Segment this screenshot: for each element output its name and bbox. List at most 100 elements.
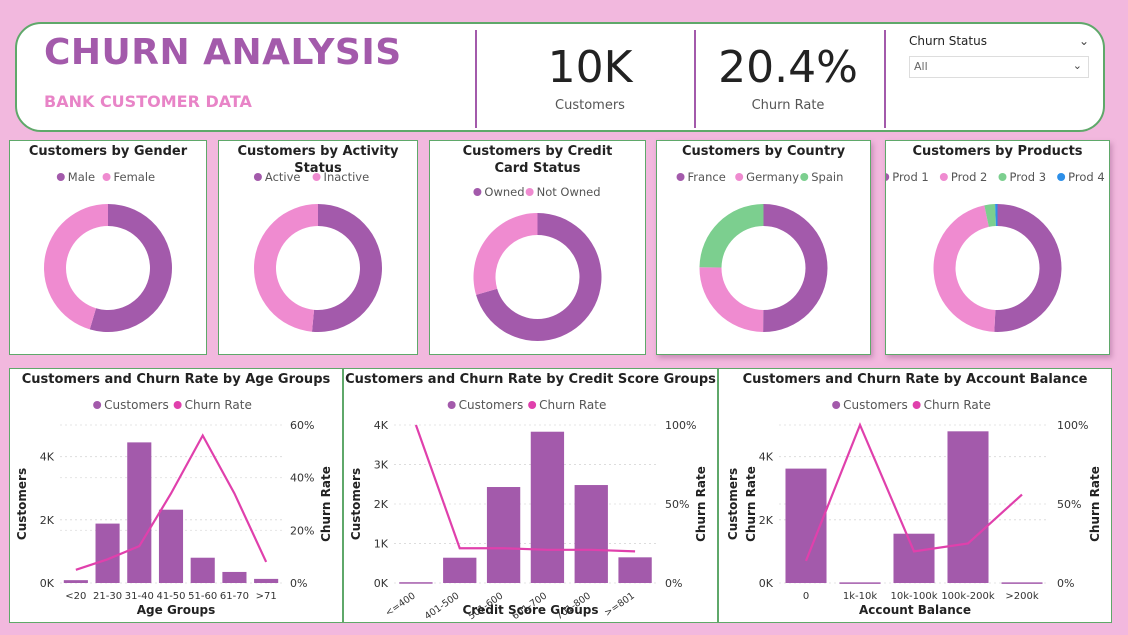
bar (486, 487, 521, 583)
chevron-down-icon: ⌄ (1072, 59, 1082, 72)
chart-legend: Owned Not Owned (473, 185, 601, 199)
kpi-customers-label: Customers (555, 98, 625, 113)
page-subtitle: BANK CUSTOMER DATA (44, 92, 252, 111)
combo-chart-card[interactable]: Customers and Churn Rate by Age Groups Cu… (9, 368, 343, 623)
legend-marker (447, 401, 456, 409)
legend-label: Prod 1 (892, 170, 929, 184)
header-banner: CHURN ANALYSIS BANK CUSTOMER DATA 10K Cu… (15, 22, 1105, 132)
legend-label: Prod 4 (1068, 170, 1105, 184)
x-tick-label: <20 (65, 591, 86, 602)
legend-label: Germany (746, 170, 799, 184)
y2-axis-title: Churn Rate (694, 466, 708, 542)
legend-label: France (688, 170, 726, 184)
legend-marker (253, 173, 262, 181)
y-axis-title: Customers (15, 468, 29, 540)
donut-slice (763, 204, 828, 332)
bar (839, 582, 881, 584)
legend-label: Spain (811, 170, 843, 184)
bar (574, 485, 608, 583)
y2-tick-label: 100% (1057, 419, 1088, 432)
y2-tick-label: 0% (1057, 577, 1074, 590)
kpi-churn-rate-value: 20.4% (718, 42, 858, 93)
chart-legend: Male Female (56, 170, 156, 184)
legend-label: Churn Rate (924, 398, 991, 412)
donut-chart: Prod 1 Prod 2 Prod 3 Prod 4 (886, 170, 1105, 332)
bar (158, 509, 184, 583)
y-tick-label: 4K (759, 451, 774, 464)
y2-tick-label: 20% (290, 524, 314, 537)
legend-marker (832, 401, 841, 409)
legend-marker (886, 173, 890, 181)
y2-tick-label: 60% (290, 419, 314, 432)
legend-label: Customers (104, 398, 169, 412)
legend-label: Female (114, 170, 156, 184)
y-tick-label: 1K (374, 538, 389, 551)
churn-status-slicer: Churn Status ⌄ All ⌄ (909, 34, 1089, 78)
legend-marker (102, 173, 111, 181)
x-tick-label: >=801 (603, 590, 637, 619)
bar (947, 431, 989, 583)
chart-legend: Customers Churn Rate (832, 398, 991, 412)
legend-marker (473, 188, 482, 196)
x-tick-label: >200k (1005, 591, 1038, 602)
donut-chart-card[interactable]: Customers by Activity Status Active Inacti… (218, 140, 418, 355)
chevron-down-icon[interactable]: ⌄ (1079, 34, 1089, 48)
legend-marker (939, 173, 948, 181)
bar (63, 580, 88, 583)
bar (893, 533, 935, 583)
chart-legend: Customers Churn Rate (447, 398, 606, 412)
donut-chart: France Germany Spain (676, 170, 843, 332)
x-axis-title: Age Groups (137, 603, 215, 617)
donut-chart-card[interactable]: Customers by Country France Germany Spain (656, 140, 871, 355)
kpi-churn-rate: 20.4% Churn Rate (688, 42, 888, 113)
legend-label: Inactive (324, 170, 370, 184)
donut-chart-card[interactable]: Customers by Credit Card Status Owned Not … (429, 140, 646, 355)
y-axis-title-secondary: Churn Rate (744, 466, 758, 542)
y-tick-label: 0K (40, 577, 55, 590)
kpi-customers: 10K Customers (490, 42, 690, 113)
legend-label: Prod 2 (951, 170, 988, 184)
divider (475, 30, 477, 128)
donut-slice (699, 204, 764, 268)
legend-marker (56, 173, 65, 181)
legend-label: Male (68, 170, 95, 184)
donut-slice (311, 204, 382, 332)
x-tick-label: 61-70 (220, 591, 249, 602)
donut-chart-card[interactable]: Customers by Gender Male Female (9, 140, 207, 355)
donut-slice (933, 205, 996, 332)
slicer-title: Churn Status (909, 34, 987, 48)
legend-marker (735, 173, 744, 181)
y-tick-label: 0K (759, 577, 774, 590)
legend-label: Customers (843, 398, 908, 412)
y2-tick-label: 100% (665, 419, 696, 432)
bar (190, 557, 215, 583)
chart-legend: Prod 1 Prod 2 Prod 3 Prod 4 (886, 170, 1105, 184)
x-tick-label: 21-30 (93, 591, 122, 602)
legend-marker (676, 173, 685, 181)
chart-legend: Customers Churn Rate (93, 398, 252, 412)
y2-tick-label: 0% (665, 577, 682, 590)
donut-slice (994, 204, 1062, 332)
x-tick-label: 0 (803, 591, 809, 602)
chart-legend: France Germany Spain (676, 170, 843, 184)
legend-label: Prod 3 (1010, 170, 1047, 184)
legend-marker (912, 401, 921, 409)
churn-status-dropdown[interactable]: All ⌄ (909, 56, 1089, 78)
legend-marker (93, 401, 102, 409)
donut-chart: Male Female (43, 170, 172, 332)
donut-chart-card[interactable]: Customers by Products Prod 1 Prod 2 Prod 3P… (885, 140, 1110, 355)
legend-marker (1057, 173, 1066, 181)
kpi-churn-rate-label: Churn Rate (751, 98, 825, 113)
bar (618, 557, 652, 583)
combo-chart: Customers Churn Rate 0K 2K 4K 0% 50% 100% 0 1k-10… (726, 398, 1102, 617)
legend-marker (800, 173, 809, 181)
combo-chart-card[interactable]: Customers and Churn Rate by Credit Score… (343, 368, 718, 623)
legend-label: Customers (459, 398, 524, 412)
combo-chart-card[interactable]: Customers and Churn Rate by Account Bala… (718, 368, 1112, 623)
y-tick-label: 3K (374, 459, 389, 472)
legend-label: Owned (484, 185, 524, 199)
y2-tick-label: 40% (290, 472, 314, 485)
donut-chart: Active Inactive (253, 170, 382, 332)
legend-label: Churn Rate (185, 398, 252, 412)
kpi-customers-value: 10K (547, 42, 633, 93)
